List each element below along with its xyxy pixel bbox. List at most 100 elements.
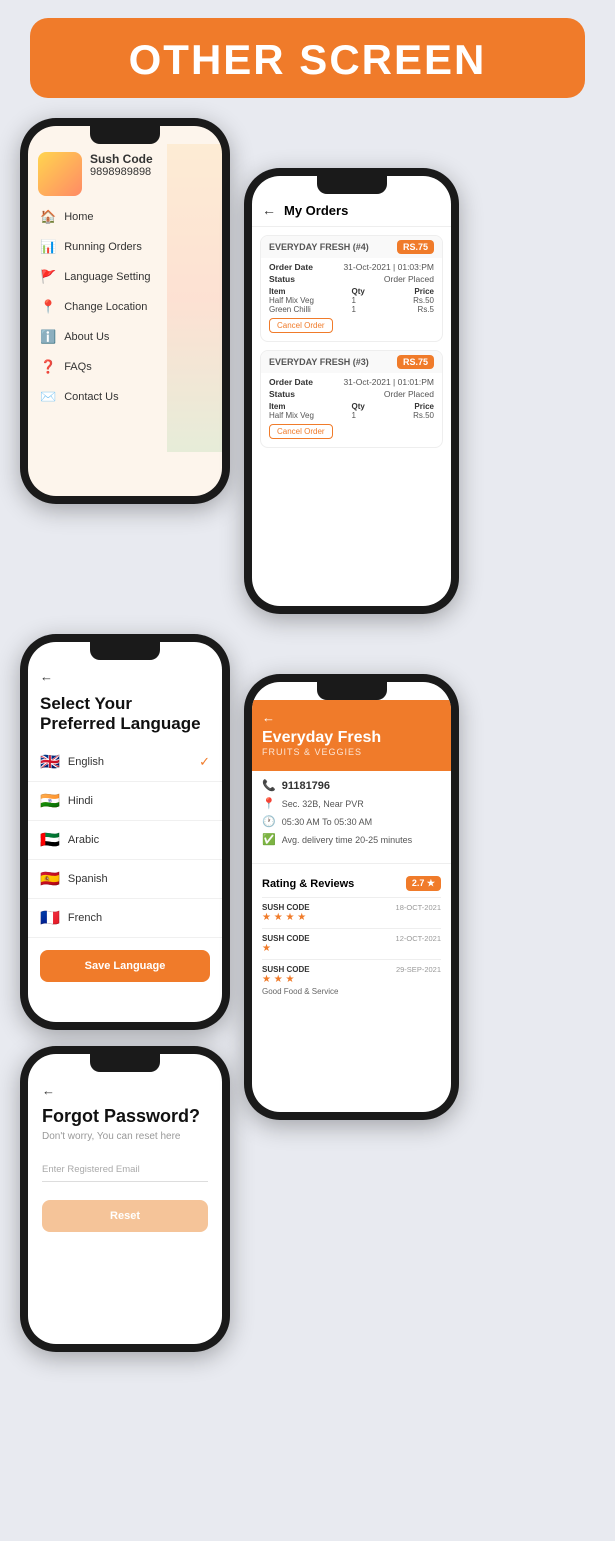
lang-item-arabic[interactable]: 🇦🇪 Arabic [28, 821, 222, 860]
order-2-date: 31-Oct-2021 | 01:01:PM [343, 377, 434, 387]
reset-button[interactable]: Reset [42, 1200, 208, 1232]
order-1-item-1-price: Rs.50 [393, 296, 434, 305]
language-screen: ← Select Your Preferred Language 🇬🇧 Engl… [28, 642, 222, 1022]
menu-label-faqs: FAQs [64, 361, 92, 373]
col-header-item: Item [269, 287, 352, 296]
language-icon: 🚩 [40, 269, 56, 285]
header-banner: OTHER SCREEN [30, 18, 585, 98]
flag-english: 🇬🇧 [40, 752, 60, 772]
flag-hindi: 🇮🇳 [40, 791, 60, 811]
order-2-badge: RS.75 [397, 355, 434, 369]
order-card-1-header: EVERYDAY FRESH (#4) RS.75 [261, 236, 442, 258]
col-header-price: Price [393, 287, 434, 296]
lang-label-french: French [68, 912, 102, 924]
cancel-order-2-button[interactable]: Cancel Order [269, 424, 333, 439]
email-input-wrapper: Enter Registered Email [42, 1158, 208, 1182]
order-2-date-label: Order Date [269, 377, 313, 387]
lang-item-french[interactable]: 🇫🇷 French [28, 899, 222, 938]
order-1-status: Order Placed [384, 274, 434, 284]
hours-icon: 🕐 [262, 815, 276, 828]
review-3-stars: ★ ★ ★ [262, 974, 441, 985]
order-1-badge: RS.75 [397, 240, 434, 254]
home-icon: 🏠 [40, 209, 56, 225]
orders-icon: 📊 [40, 239, 56, 255]
lang-label-spanish: Spanish [68, 873, 108, 885]
orders-header: ← My Orders [252, 194, 451, 227]
store-delivery: Avg. delivery time 20-25 minutes [282, 835, 412, 845]
review-2-stars: ★ [262, 943, 441, 954]
sidebar-phone: 9898989898 [90, 166, 153, 178]
review-3-date: 29-SEP-2021 [396, 965, 441, 974]
review-3-user: SUSH CODE [262, 965, 310, 974]
rating-section: Rating & Reviews 2.7 ★ SUSH CODE 18-OCT-… [252, 868, 451, 1009]
store-hours: 05:30 AM To 05:30 AM [282, 817, 372, 827]
notch3 [90, 642, 160, 660]
review-2: SUSH CODE 12-OCT-2021 ★ [262, 928, 441, 959]
lang-item-english[interactable]: 🇬🇧 English ✓ [28, 743, 222, 782]
flag-spanish: 🇪🇸 [40, 869, 60, 889]
review-1-date: 18-OCT-2021 [396, 903, 441, 912]
save-language-button[interactable]: Save Language [40, 950, 210, 982]
review-1-user: SUSH CODE [262, 903, 310, 912]
orders-phone-frame: ← My Orders EVERYDAY FRESH (#4) RS.75 Or… [244, 168, 459, 614]
review-2-date: 12-OCT-2021 [396, 934, 441, 943]
order-2-status: Order Placed [384, 389, 434, 399]
col-2-header-qty: Qty [352, 402, 393, 411]
rating-badge: 2.7 ★ [406, 876, 441, 891]
menu-label-running-orders: Running Orders [64, 241, 142, 253]
store-phone-row: 📞 91181796 [262, 779, 441, 792]
menu-label-language: Language Setting [64, 271, 150, 283]
order-1-item-2-name: Green Chilli [269, 305, 352, 314]
about-icon: ℹ️ [40, 329, 56, 345]
col-2-header-price: Price [393, 402, 434, 411]
flag-french: 🇫🇷 [40, 908, 60, 928]
col-header-qty: Qty [352, 287, 393, 296]
email-input-label: Enter Registered Email [42, 1164, 208, 1175]
lang-item-spanish[interactable]: 🇪🇸 Spanish [28, 860, 222, 899]
store-phone-frame: ← Everyday Fresh FRUITS & VEGGIES 📞 9118… [244, 674, 459, 1120]
order-2-item-1-price: Rs.50 [393, 411, 434, 420]
phone-icon: 📞 [262, 779, 276, 792]
review-1: SUSH CODE 18-OCT-2021 ★ ★ ★ ★ [262, 897, 441, 928]
divider-1 [252, 863, 451, 864]
contact-icon: ✉️ [40, 389, 56, 405]
order-2-item-1-name: Half Mix Veg [269, 411, 352, 420]
sidebar-user: Sush Code 9898989898 [90, 152, 153, 178]
forgot-back-arrow[interactable]: ← [42, 1083, 55, 1098]
lang-label-hindi: Hindi [68, 795, 93, 807]
review-3-text: Good Food & Service [262, 987, 441, 996]
orders-screen: ← My Orders EVERYDAY FRESH (#4) RS.75 Or… [252, 176, 451, 606]
cancel-order-1-button[interactable]: Cancel Order [269, 318, 333, 333]
lang-label-english: English [68, 756, 104, 768]
lang-item-hindi[interactable]: 🇮🇳 Hindi [28, 782, 222, 821]
sidebar-screen: Sush Code 9898989898 🏠 Home 📊 Running Or… [28, 126, 222, 496]
menu-label-contact: Contact Us [64, 391, 118, 403]
orders-back-arrow[interactable]: ← [262, 202, 276, 218]
language-back-arrow[interactable]: ← [40, 669, 53, 684]
store-phone-num: 91181796 [282, 780, 330, 792]
notch2 [317, 176, 387, 194]
review-3: SUSH CODE 29-SEP-2021 ★ ★ ★ Good Food & … [262, 959, 441, 1001]
store-address-row: 📍 Sec. 32B, Near PVR [262, 797, 441, 810]
order-card-1: EVERYDAY FRESH (#4) RS.75 Order Date 31-… [260, 235, 443, 342]
col-2-header-item: Item [269, 402, 352, 411]
forgot-phone-frame: ← Forgot Password? Don't worry, You can … [20, 1046, 230, 1352]
menu-label-about: About Us [64, 331, 109, 343]
order-1-item-1-name: Half Mix Veg [269, 296, 352, 305]
location-icon: 📍 [40, 299, 56, 315]
review-2-user: SUSH CODE [262, 934, 310, 943]
store-back-arrow[interactable]: ← [262, 710, 441, 725]
order-2-status-label: Status [269, 389, 295, 399]
notch4 [317, 682, 387, 700]
language-screen-title: Select Your Preferred Language [40, 694, 210, 735]
order-2-item-1-qty: 1 [352, 411, 393, 420]
language-phone-frame: ← Select Your Preferred Language 🇬🇧 Engl… [20, 634, 230, 1030]
store-address: Sec. 32B, Near PVR [282, 799, 364, 809]
orders-screen-title: My Orders [284, 203, 348, 218]
delivery-icon: ✅ [262, 833, 276, 846]
header-title: OTHER SCREEN [30, 36, 585, 84]
store-name: Everyday Fresh [262, 729, 441, 747]
store-delivery-row: ✅ Avg. delivery time 20-25 minutes [262, 833, 441, 846]
sidebar-username: Sush Code [90, 152, 153, 166]
order-status-label: Status [269, 274, 295, 284]
